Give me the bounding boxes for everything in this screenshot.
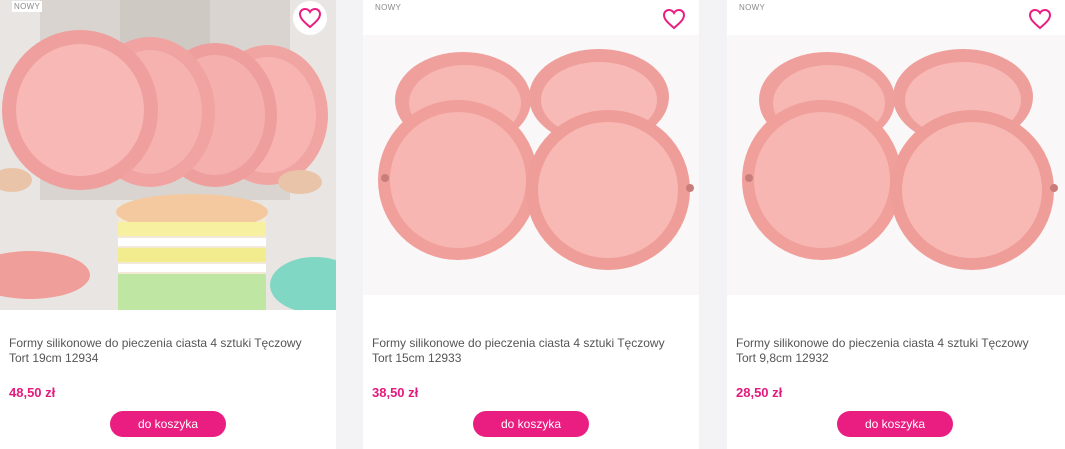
product-image[interactable] [727,0,1065,310]
product-image[interactable] [363,0,699,310]
add-to-cart-button[interactable]: do koszyka [473,411,589,437]
product-title[interactable]: Formy silikonowe do pieczenia ciasta 4 s… [372,336,682,366]
product-price: 38,50 zł [372,385,419,400]
product-price: 48,50 zł [9,385,56,400]
heart-icon[interactable] [293,1,327,35]
new-badge: NOWY [375,3,402,12]
product-title[interactable]: Formy silikonowe do pieczenia ciasta 4 s… [9,336,319,366]
add-to-cart-button[interactable]: do koszyka [837,411,953,437]
product-price: 28,50 zł [736,385,783,400]
heart-icon[interactable] [1025,4,1055,34]
product-image[interactable] [0,0,336,310]
add-to-cart-button[interactable]: do koszyka [110,411,226,437]
product-title[interactable]: Formy silikonowe do pieczenia ciasta 4 s… [736,336,1046,366]
product-card[interactable]: NOWY Formy silikonowe do pieczenia ciast… [727,0,1065,449]
product-card[interactable]: NOWY Formy silikonowe do pieczenia ciast… [0,0,336,449]
heart-icon[interactable] [659,4,689,34]
new-badge: NOWY [739,3,766,12]
product-grid: NOWY Formy silikonowe do pieczenia ciast… [0,0,1065,449]
new-badge: NOWY [12,1,43,12]
product-card[interactable]: NOWY Formy silikonowe do pieczenia ciast… [363,0,699,449]
